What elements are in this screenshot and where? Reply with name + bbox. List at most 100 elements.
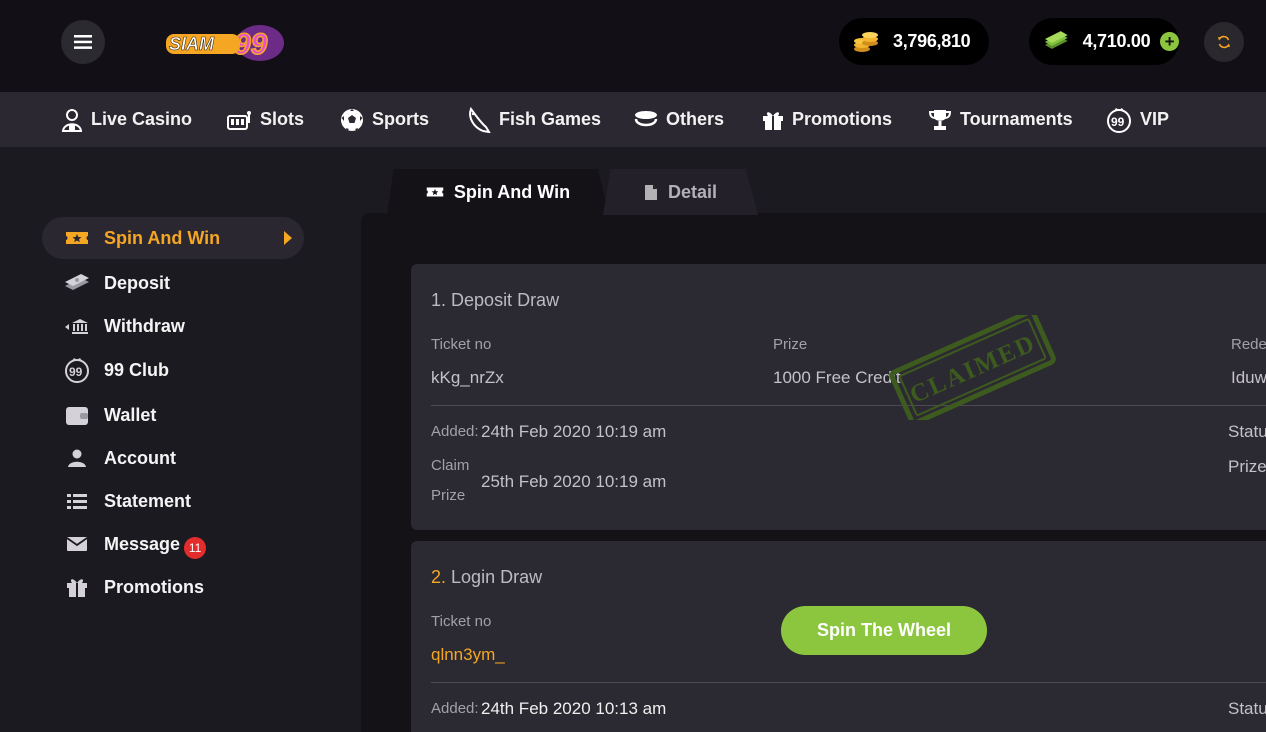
sidebar-item-label: Statement xyxy=(104,490,192,511)
sidebar-item-message[interactable]: Message 11 xyxy=(42,523,304,565)
draw-number: 2. xyxy=(431,567,447,587)
gift-icon xyxy=(64,574,90,600)
sidebar-item-deposit[interactable]: Deposit xyxy=(42,262,304,304)
sidebar-item-99-club[interactable]: 99 99 Club xyxy=(42,349,304,391)
caret-right-icon xyxy=(284,231,292,245)
sidebar-item-label: Spin And Win xyxy=(104,227,221,248)
tab-spin-and-win[interactable]: Spin And Win xyxy=(387,169,609,215)
nav-promotions[interactable]: Promotions xyxy=(762,92,892,147)
sidebar-item-account[interactable]: Account xyxy=(42,437,304,479)
prize-status-label: Prize xyxy=(1228,457,1266,476)
sidebar-item-promotions[interactable]: Promotions xyxy=(42,566,304,608)
slots-icon xyxy=(227,110,251,130)
club-icon: 99 xyxy=(64,357,90,383)
nav-others[interactable]: Others xyxy=(634,92,724,147)
sidebar-item-label: Promotions xyxy=(104,576,205,597)
status-label: Statu xyxy=(1228,422,1266,441)
redeem-value: Iduw xyxy=(1231,368,1266,387)
deposit-icon xyxy=(64,270,90,296)
redeem-label: Rede xyxy=(1231,336,1266,353)
divider xyxy=(431,405,1266,406)
nav-sports[interactable]: Sports xyxy=(340,92,429,147)
cash-balance: 4,710.00 + xyxy=(1029,18,1179,65)
nav-label: Others xyxy=(666,109,725,129)
nav-label: Fish Games xyxy=(499,109,602,129)
gift-icon xyxy=(763,111,783,130)
hamburger-menu-button[interactable] xyxy=(61,20,105,64)
added-label: Added: xyxy=(431,700,479,717)
draw-name: Deposit Draw xyxy=(451,290,560,310)
coin-balance: 3,796,810 xyxy=(839,18,989,65)
ticket-label: Ticket no xyxy=(431,613,492,630)
siam99-logo[interactable]: 99 SIAM xyxy=(164,22,286,64)
divider xyxy=(431,682,1266,683)
svg-text:99: 99 xyxy=(69,365,83,379)
cash-stack-icon xyxy=(1044,30,1068,49)
claim-value: 25th Feb 2020 10:19 am xyxy=(481,472,667,491)
ticket-icon xyxy=(426,187,444,197)
sidebar-item-label: 99 Club xyxy=(104,359,170,380)
refresh-balance-button[interactable] xyxy=(1204,22,1244,62)
added-label: Added: xyxy=(431,423,479,440)
sidebar-item-label: Message xyxy=(104,533,181,554)
added-value: 24th Feb 2020 10:13 am xyxy=(481,699,667,718)
draw-card: 1. Deposit Draw Ticket no kKg_nrZx Prize… xyxy=(411,264,1266,530)
prize-label: Prize xyxy=(773,336,808,353)
withdraw-icon xyxy=(64,313,90,339)
sidebar-item-wallet[interactable]: Wallet xyxy=(42,394,304,436)
main-nav: Live Casino Slots Sports Fish Games Othe… xyxy=(0,92,1266,147)
vip-icon: 99 xyxy=(1107,107,1131,133)
sidebar-item-label: Account xyxy=(104,447,176,468)
svg-text:99: 99 xyxy=(1111,115,1125,129)
top-header: 99 SIAM 3,796,810 4,710.00 + xyxy=(0,0,1266,92)
claimed-stamp: CLAIMED xyxy=(889,315,1056,420)
claim-label: Claim xyxy=(431,457,470,474)
nav-fish-games[interactable]: Fish Games xyxy=(467,92,601,147)
sidebar-item-label: Deposit xyxy=(104,272,171,293)
draw-number: 1. xyxy=(431,290,447,310)
wallet-icon xyxy=(64,402,90,428)
message-count-badge: 11 xyxy=(184,537,207,559)
draw-title: 2. Login Draw xyxy=(431,567,542,588)
others-icon xyxy=(634,110,658,126)
sidebar-item-spin-and-win[interactable]: Spin And Win xyxy=(42,217,304,259)
nav-label: Tournaments xyxy=(960,109,1073,129)
ticket-value: kKg_nrZx xyxy=(431,368,504,387)
sidebar-item-withdraw[interactable]: Withdraw xyxy=(42,305,304,347)
nav-label: Sports xyxy=(372,109,430,129)
ticket-label: Ticket no xyxy=(431,336,492,353)
document-icon xyxy=(644,184,657,200)
spin-the-wheel-button[interactable]: Spin The Wheel xyxy=(781,606,987,655)
tab-label: Detail xyxy=(667,181,718,202)
status-label: Statu xyxy=(1228,699,1266,718)
sidebar-item-statement[interactable]: Statement xyxy=(42,480,304,522)
nav-slots[interactable]: Slots xyxy=(226,92,304,147)
nav-vip[interactable]: 99 VIP xyxy=(1106,92,1169,147)
draw-title: 1. Deposit Draw xyxy=(431,290,559,311)
ticket-icon xyxy=(64,225,90,251)
svg-text:SIAM: SIAM xyxy=(169,34,215,54)
coin-stack-icon xyxy=(854,31,878,52)
draw-name: Login Draw xyxy=(451,567,543,587)
trophy-icon xyxy=(928,109,952,130)
add-funds-button[interactable]: + xyxy=(1160,32,1179,51)
live-casino-icon xyxy=(61,108,83,132)
nav-label: Promotions xyxy=(792,109,893,129)
soccer-ball-icon xyxy=(341,108,363,131)
coin-balance-value: 3,796,810 xyxy=(893,31,971,51)
prize-value: 1000 Free Credit xyxy=(773,368,901,387)
nav-label: Live Casino xyxy=(91,109,193,129)
refresh-icon xyxy=(1218,35,1230,49)
sidebar-item-label: Wallet xyxy=(104,404,157,425)
cash-balance-value: 4,710.00 xyxy=(1082,31,1151,51)
fish-icon xyxy=(469,106,491,133)
nav-live-casino[interactable]: Live Casino xyxy=(61,92,192,147)
hamburger-icon xyxy=(74,35,92,49)
tab-detail[interactable]: Detail xyxy=(603,169,758,215)
ticket-value: qlnn3ym_ xyxy=(431,645,505,664)
added-value: 24th Feb 2020 10:19 am xyxy=(481,422,667,441)
nav-tournaments[interactable]: Tournaments xyxy=(928,92,1073,147)
nav-label: VIP xyxy=(1140,109,1170,129)
mail-icon xyxy=(64,531,90,557)
tab-label: Spin And Win xyxy=(453,181,571,202)
